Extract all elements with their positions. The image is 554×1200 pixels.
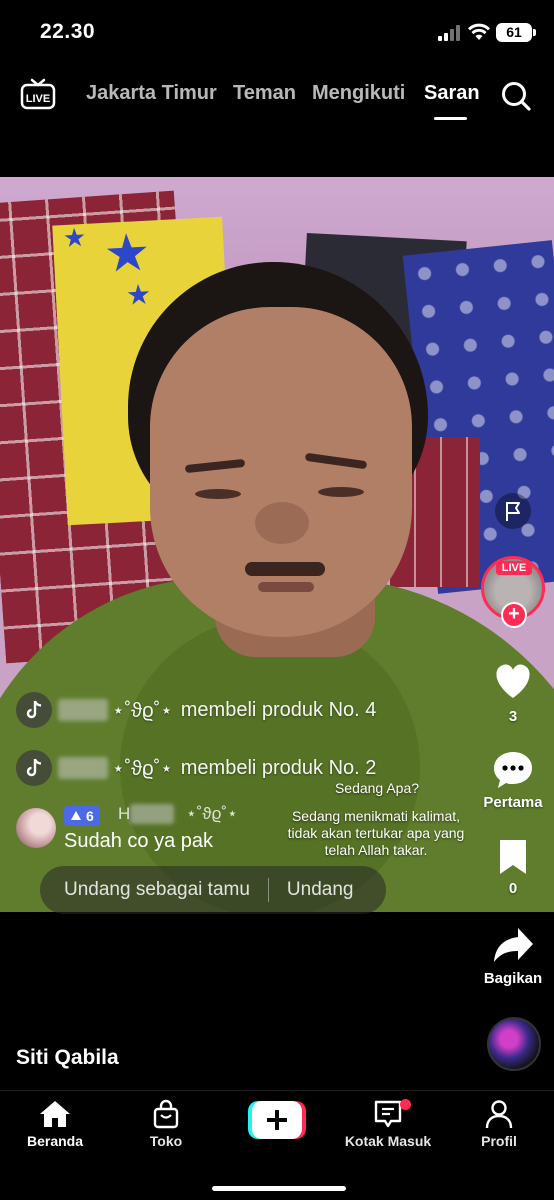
comment-icon <box>494 752 532 788</box>
chat-message: membeli produk No. 2 <box>180 756 377 779</box>
notification-dot <box>400 1099 411 1110</box>
chat-user-prefix: H <box>118 804 131 823</box>
tab-jakarta-timur[interactable]: Jakarta Timur <box>86 82 217 105</box>
tiktok-icon <box>16 692 52 728</box>
heart-icon <box>496 664 530 698</box>
shop-bag-icon <box>153 1099 179 1129</box>
live-video[interactable]: ★ ★ ★ <box>0 177 554 912</box>
chat-user-suffix: ⋆˚ϑϱ˚⋆ <box>112 757 173 780</box>
invite-bar: Undang sebagai tamu Undang <box>40 866 386 914</box>
top-nav: LIVE Jakarta Timur Teman Mengikuti Saran <box>0 68 554 124</box>
invite-button[interactable]: Undang <box>287 879 354 901</box>
flag-icon <box>506 502 520 521</box>
comment-label: Pertama <box>483 794 543 811</box>
report-button[interactable] <box>495 493 531 529</box>
video-mouth <box>258 582 314 592</box>
battery-indicator: 61 <box>496 23 532 42</box>
chat-item-comment: 6 H ⋆˚ϑϱ˚⋆ Sudah co ya pak <box>16 804 316 856</box>
share-icon <box>494 928 533 962</box>
like-button[interactable]: 3 <box>473 660 553 725</box>
nav-profile-label: Profil <box>481 1133 517 1149</box>
user-name-redacted <box>130 804 174 824</box>
tab-teman[interactable]: Teman <box>233 82 296 105</box>
bookmark-count: 0 <box>508 880 518 897</box>
live-badge: LIVE <box>496 561 532 575</box>
nav-shop-label: Toko <box>149 1133 183 1149</box>
live-icon-label: LIVE <box>26 93 50 105</box>
bookmark-button[interactable]: 0 <box>473 838 553 897</box>
share-label: Bagikan <box>483 970 543 987</box>
plus-icon: + <box>508 603 520 625</box>
chat-message: Sudah co ya pak <box>64 830 213 852</box>
user-name-redacted <box>58 699 108 721</box>
chat-item: ⋆˚ϑϱ˚⋆ membeli produk No. 4 <box>16 692 376 728</box>
signal-icon <box>438 25 462 41</box>
video-mustache <box>245 562 325 576</box>
wifi-icon <box>468 23 490 40</box>
comment-button[interactable]: Pertama <box>473 750 553 811</box>
live-tv-icon[interactable]: LIVE <box>20 78 56 110</box>
status-bar: 22.30 61 <box>0 0 554 60</box>
home-indicator <box>212 1186 346 1191</box>
tiktok-icon <box>16 750 52 786</box>
chat-message: membeli produk No. 4 <box>180 698 377 721</box>
bottom-nav: Beranda Toko Kotak Masuk Profil <box>0 1090 554 1200</box>
search-icon[interactable] <box>500 80 532 112</box>
nav-inbox[interactable]: Kotak Masuk <box>338 1099 438 1149</box>
author-name[interactable]: Siti Qabila <box>16 1046 119 1070</box>
sound-disc[interactable] <box>487 1017 541 1071</box>
nav-home-label: Beranda <box>26 1133 84 1149</box>
status-time: 22.30 <box>40 20 96 43</box>
tab-mengikuti[interactable]: Mengikuti <box>312 82 405 105</box>
avatar <box>16 808 56 848</box>
user-name-redacted <box>58 757 108 779</box>
follow-plus-button[interactable]: + <box>501 602 527 628</box>
nav-shop[interactable]: Toko <box>116 1099 216 1149</box>
caption-title: Sedang Apa? <box>334 780 420 796</box>
battery-nub <box>533 29 536 36</box>
video-eye-right <box>318 487 364 497</box>
like-count: 3 <box>508 708 518 725</box>
active-tab-indicator <box>434 117 467 120</box>
share-button[interactable]: Bagikan <box>473 924 553 987</box>
caption-body: Sedang menikmati kalimat, tidak akan ter… <box>287 808 465 858</box>
profile-icon <box>485 1100 513 1129</box>
nav-profile[interactable]: Profil <box>449 1099 549 1149</box>
invite-divider <box>267 878 269 902</box>
video-nose <box>255 502 309 544</box>
bookmark-icon <box>500 840 526 874</box>
level-badge: 6 <box>64 806 100 826</box>
nav-inbox-label: Kotak Masuk <box>344 1133 432 1149</box>
home-icon <box>40 1101 70 1127</box>
level-number: 6 <box>86 808 94 824</box>
create-button[interactable] <box>248 1101 306 1139</box>
chat-user-suffix: ⋆˚ϑϱ˚⋆ <box>112 699 173 722</box>
chat-user-suffix: ⋆˚ϑϱ˚⋆ <box>186 804 238 823</box>
nav-home[interactable]: Beranda <box>5 1099 105 1149</box>
video-eye-left <box>195 489 241 499</box>
invite-guest-button[interactable]: Undang sebagai tamu <box>64 879 250 901</box>
tab-saran[interactable]: Saran <box>424 82 480 105</box>
level-icon <box>71 811 81 820</box>
